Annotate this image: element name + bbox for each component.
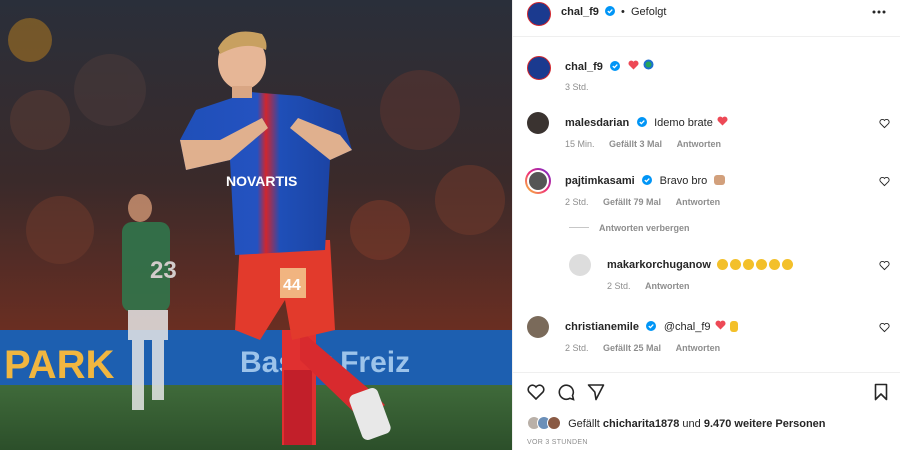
likes-summary: Gefällt chicharita1878 und 9.470 weitere…	[527, 416, 826, 430]
avatar	[547, 416, 561, 430]
red-heart-icon	[628, 60, 639, 70]
comment-username[interactable]: malesdarian	[565, 117, 629, 129]
avatar[interactable]	[527, 316, 549, 338]
fist-bump-icon	[713, 175, 725, 185]
like-comment-heart-icon[interactable]	[879, 176, 890, 187]
comment-likes[interactable]: Gefällt 79 Mal	[603, 197, 661, 207]
post-image: PARK Basler Freiz 23 44 NOVARTIS	[0, 0, 512, 450]
jersey-sponsor: NOVARTIS	[226, 173, 297, 189]
likes-prefix: Gefällt	[568, 418, 600, 430]
avatar[interactable]	[569, 254, 591, 276]
liker-avatars[interactable]	[527, 416, 565, 430]
like-comment-heart-icon[interactable]	[879, 118, 890, 129]
share-icon[interactable]	[587, 383, 605, 401]
likes-middle: und	[682, 418, 701, 430]
action-bar	[513, 380, 900, 408]
header-separator: •	[621, 6, 625, 18]
comment-time: 2 Std.	[565, 343, 589, 353]
banner-left-text: PARK	[4, 343, 114, 387]
avatar[interactable]	[527, 112, 549, 134]
caption: chal_f9 3 Std.	[513, 52, 900, 96]
comment: christianemile @chal_f9 2 Std. Gefällt 2…	[513, 314, 900, 358]
hide-replies-button[interactable]: Antworten verbergen	[569, 223, 690, 233]
reply-comment: makarkorchuganow 2 Std. Antworten	[513, 252, 900, 296]
comment-text: Bravo bro	[659, 175, 708, 187]
more-horizontal-icon[interactable]	[872, 10, 886, 14]
caption-username[interactable]: chal_f9	[565, 61, 603, 73]
avatar[interactable]	[527, 56, 551, 80]
raised-hand-icon	[730, 321, 739, 332]
verified-badge-icon	[604, 6, 615, 16]
follow-status-button[interactable]: Gefolgt	[631, 6, 666, 18]
caption-time: 3 Std.	[565, 82, 589, 92]
bookmark-icon[interactable]	[874, 383, 888, 401]
heart-icon[interactable]	[527, 384, 545, 400]
shorts-number: 44	[283, 277, 301, 294]
header-username[interactable]: chal_f9	[561, 6, 599, 18]
comment-time: 15 Min.	[565, 139, 595, 149]
comment-likes[interactable]: Gefällt 3 Mal	[609, 139, 662, 149]
likes-count[interactable]: 9.470 weitere Personen	[704, 418, 826, 430]
verified-badge-icon	[610, 61, 621, 71]
comments-panel: chal_f9 • Gefolgt chal_f9 3 Std. malesda…	[512, 0, 900, 450]
comment-username[interactable]: pajtimkasami	[565, 175, 635, 187]
post-timestamp: VOR 3 STUNDEN	[527, 439, 588, 446]
comment-likes[interactable]: Gefällt 25 Mal	[603, 343, 661, 353]
comment-time: 2 Std.	[607, 281, 631, 291]
avatar-story-ring[interactable]	[525, 168, 551, 194]
like-comment-heart-icon[interactable]	[879, 322, 890, 333]
blue-heart-icon	[643, 59, 654, 70]
liker-username[interactable]: chicharita1878	[603, 418, 679, 430]
reply-button[interactable]: Antworten	[676, 343, 721, 353]
comment-mention[interactable]: @chal_f9	[664, 321, 711, 333]
clap-emoji-icon	[715, 255, 794, 272]
red-heart-icon	[715, 320, 726, 330]
hide-replies-label: Antworten verbergen	[599, 223, 690, 233]
divider	[513, 372, 900, 373]
comment: pajtimkasami Bravo bro 2 Std. Gefällt 79…	[513, 168, 900, 212]
post-header: chal_f9 • Gefolgt	[513, 0, 900, 36]
reply-button[interactable]: Antworten	[677, 139, 722, 149]
red-heart-icon	[717, 116, 728, 126]
comment-username[interactable]: makarkorchuganow	[607, 259, 711, 271]
comment: malesdarian Idemo brate 15 Min. Gefällt …	[513, 110, 900, 154]
opponent-number: 23	[150, 257, 177, 284]
reply-button[interactable]: Antworten	[645, 281, 690, 291]
like-comment-heart-icon[interactable]	[879, 260, 890, 271]
avatar[interactable]	[527, 2, 551, 26]
divider	[513, 36, 900, 37]
post-photo[interactable]: PARK Basler Freiz 23 44 NOVARTIS	[0, 0, 512, 450]
comment-time: 2 Std.	[565, 197, 589, 207]
verified-badge-icon	[642, 175, 653, 185]
verified-badge-icon	[636, 117, 647, 127]
comment-username[interactable]: christianemile	[565, 321, 639, 333]
divider-line	[569, 227, 589, 228]
comment-text: Idemo brate	[654, 117, 713, 129]
reply-button[interactable]: Antworten	[676, 197, 721, 207]
verified-badge-icon	[646, 321, 657, 331]
comment-icon[interactable]	[557, 383, 575, 401]
